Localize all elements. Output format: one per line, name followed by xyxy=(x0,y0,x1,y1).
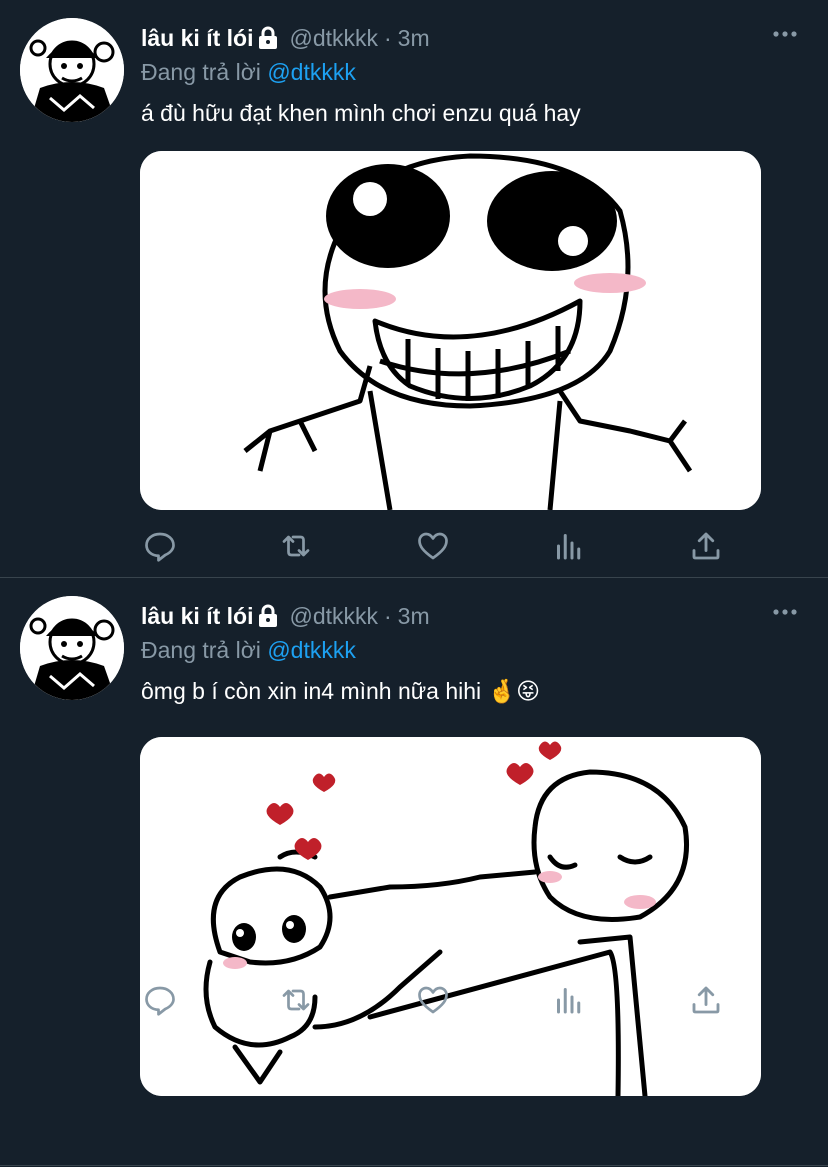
share-icon xyxy=(692,986,720,1014)
replying-to: Đang trả lời @dtkkkk xyxy=(141,636,356,664)
reply-icon xyxy=(145,532,175,562)
separator-dot: · xyxy=(384,25,392,51)
analytics-icon xyxy=(557,534,581,560)
analytics-button[interactable] xyxy=(549,526,589,566)
reply-button[interactable] xyxy=(140,526,180,566)
analytics-icon xyxy=(557,988,581,1014)
tweet[interactable]: lâu ki ít lói @dtkkkk · 3m Đang trả lời … xyxy=(0,578,828,1166)
tweet-text: á đù hữu đạt khen mình chơi enzu quá hay xyxy=(141,100,581,126)
tweet-media[interactable] xyxy=(140,151,761,510)
reply-button[interactable] xyxy=(140,980,180,1020)
replying-prefix: Đang trả lời xyxy=(141,637,261,663)
more-icon[interactable] xyxy=(772,26,798,37)
tweet-actions xyxy=(140,980,740,1020)
timestamp[interactable]: 3m xyxy=(398,602,430,630)
replying-prefix: Đang trả lời xyxy=(141,59,261,85)
display-name[interactable]: lâu ki ít lói xyxy=(141,602,253,630)
share-button[interactable] xyxy=(686,526,726,566)
tweet-header: lâu ki ít lói @dtkkkk · 3m xyxy=(141,24,430,52)
lock-icon xyxy=(257,604,279,628)
mention-link[interactable]: @dtkkkk xyxy=(267,59,356,85)
blushing-smile-meme-drawing xyxy=(140,151,761,510)
reply-icon xyxy=(145,986,175,1016)
tweet-header: lâu ki ít lói @dtkkkk · 3m xyxy=(141,602,430,630)
like-button[interactable] xyxy=(413,980,453,1020)
retweet-icon xyxy=(282,989,310,1011)
more-icon[interactable] xyxy=(772,604,798,615)
timestamp[interactable]: 3m xyxy=(398,24,430,52)
share-button[interactable] xyxy=(686,980,726,1020)
handle[interactable]: @dtkkkk xyxy=(289,602,378,630)
display-name[interactable]: lâu ki ít lói xyxy=(141,24,253,52)
mention-link[interactable]: @dtkkkk xyxy=(267,637,356,663)
retweet-button[interactable] xyxy=(276,526,316,566)
avatar-image xyxy=(20,18,124,122)
avatar[interactable] xyxy=(20,18,124,122)
retweet-icon xyxy=(282,535,310,557)
lock-icon xyxy=(257,26,279,50)
tweet[interactable]: lâu ki ít lói @dtkkkk · 3m Đang trả lời … xyxy=(0,0,828,578)
avatar-image xyxy=(20,596,124,700)
tweet-actions xyxy=(140,526,740,566)
pinching-cheek-hearts-drawing xyxy=(140,737,761,1096)
like-button[interactable] xyxy=(413,526,453,566)
like-icon xyxy=(418,986,448,1014)
like-icon xyxy=(418,532,448,560)
tweet-text: ômg b í còn xin in4 mình nữa hihi 🤞😝 xyxy=(141,678,541,704)
retweet-button[interactable] xyxy=(276,980,316,1020)
handle[interactable]: @dtkkkk xyxy=(289,24,378,52)
replying-to: Đang trả lời @dtkkkk xyxy=(141,58,356,86)
separator-dot: · xyxy=(384,603,392,629)
avatar[interactable] xyxy=(20,596,124,700)
analytics-button[interactable] xyxy=(549,980,589,1020)
share-icon xyxy=(692,532,720,560)
tweet-media[interactable] xyxy=(140,737,761,1096)
